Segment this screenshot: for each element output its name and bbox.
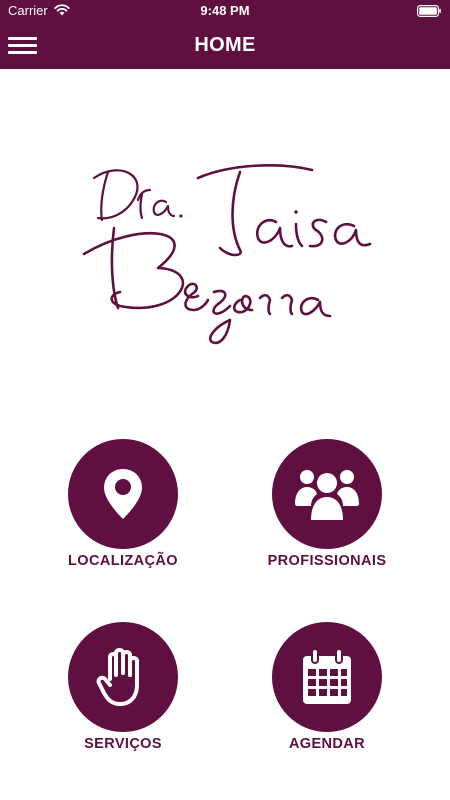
location-button[interactable]: LOCALIZAÇÃO <box>33 439 213 589</box>
people-group-icon <box>295 470 359 520</box>
schedule-button[interactable]: AGENDAR <box>237 622 417 772</box>
calendar-icon <box>303 648 351 704</box>
services-button[interactable]: SERVIÇOS <box>33 622 213 772</box>
battery-icon <box>417 5 441 17</box>
app-header: Carrier 9:48 PM HOME <box>0 0 450 69</box>
professionals-button[interactable]: PROFISSIONAIS <box>237 439 417 589</box>
services-circle <box>68 622 178 732</box>
status-time: 9:48 PM <box>200 3 250 18</box>
location-circle <box>68 439 178 549</box>
services-label: SERVIÇOS <box>84 736 162 752</box>
professionals-label: PROFISSIONAIS <box>267 553 387 569</box>
brand-logo <box>82 164 372 345</box>
hand-icon <box>96 648 139 706</box>
schedule-circle <box>272 622 382 732</box>
navigation-bar: HOME <box>0 22 450 69</box>
home-screen: Carrier 9:48 PM HOME LOCALIZAÇÃO PROFISS… <box>0 0 450 800</box>
location-pin-icon <box>104 469 142 519</box>
professionals-circle <box>272 439 382 549</box>
schedule-label: AGENDAR <box>288 736 366 752</box>
page-title: HOME <box>194 34 256 56</box>
location-label: LOCALIZAÇÃO <box>68 553 178 569</box>
status-bar: Carrier 9:48 PM <box>0 0 450 22</box>
